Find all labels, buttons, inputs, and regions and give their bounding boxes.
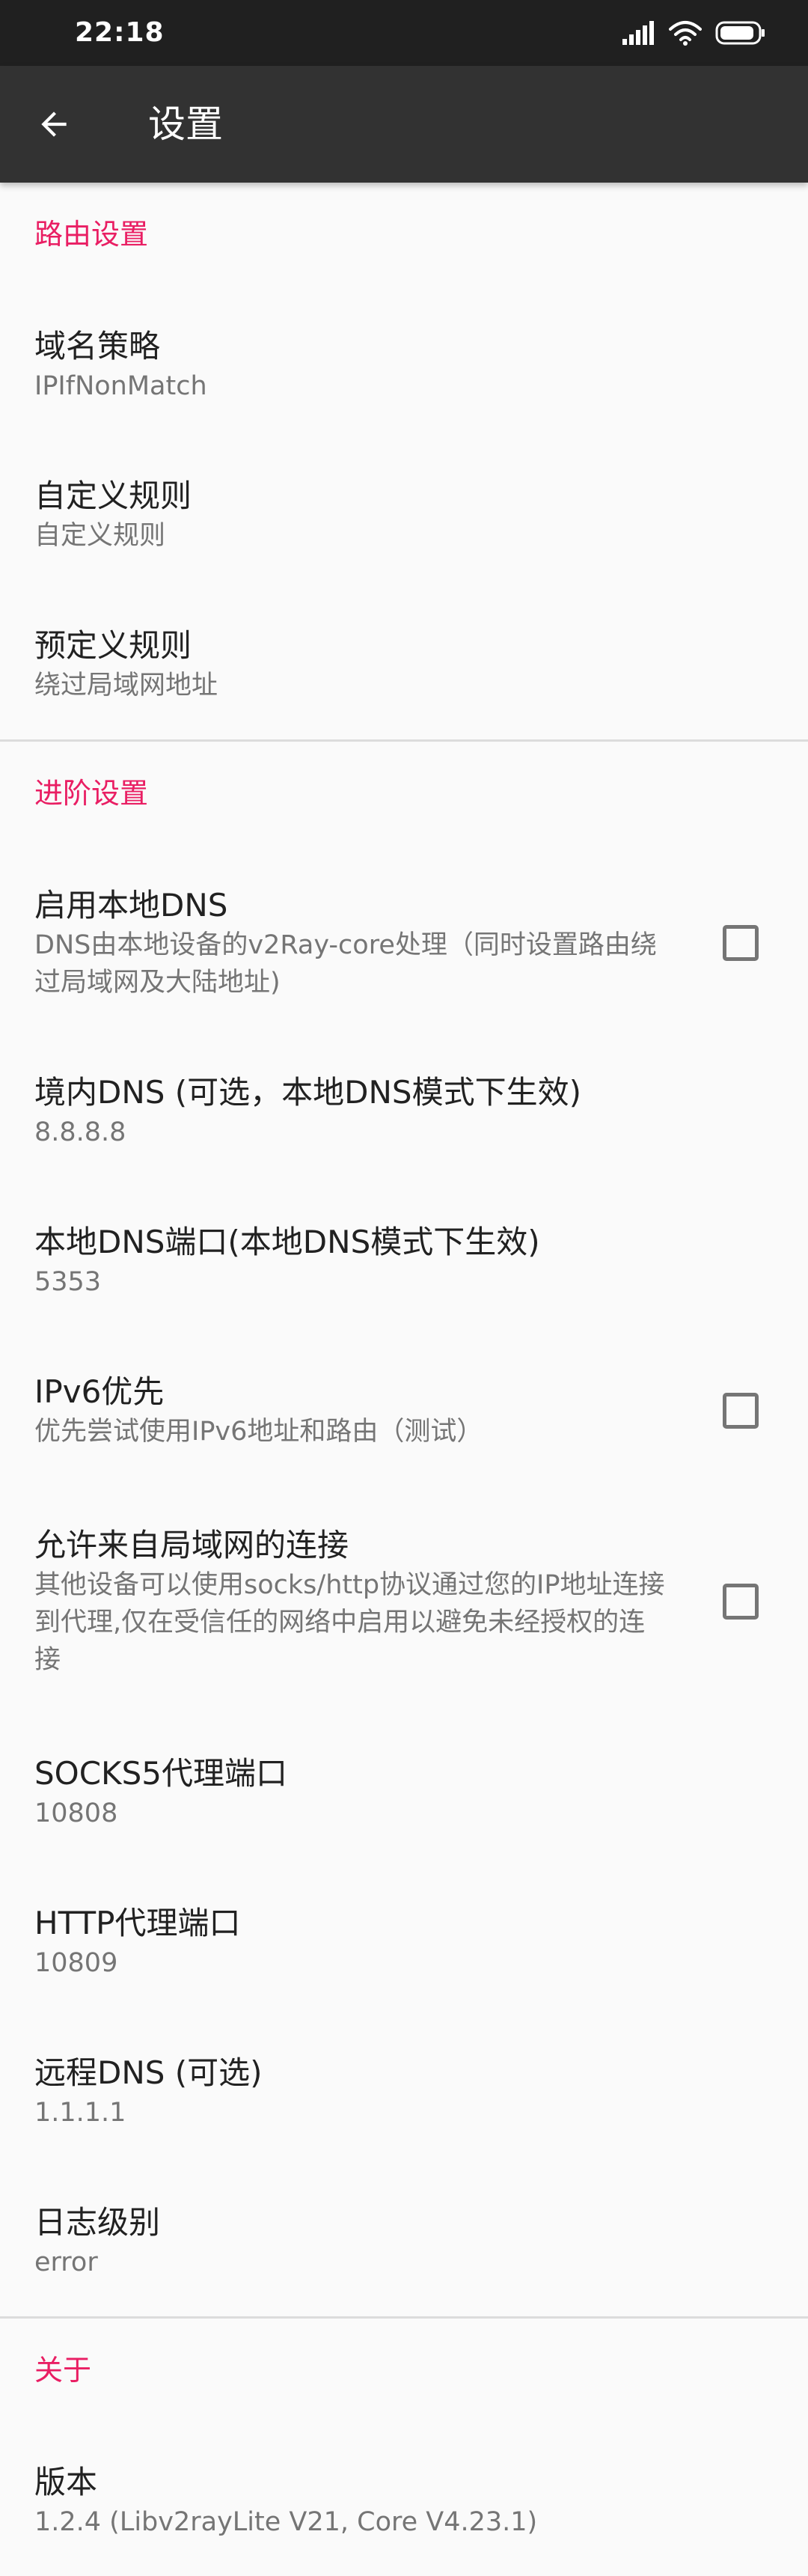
back-button[interactable] bbox=[28, 99, 79, 150]
pref-summary: error bbox=[34, 2247, 98, 2277]
pref-local-dns-port[interactable]: 本地DNS端口(本地DNS模式下生效) 5353 bbox=[0, 1186, 808, 1336]
allow-lan-checkbox[interactable] bbox=[723, 1584, 759, 1620]
pref-log-level[interactable]: 日志级别 error bbox=[0, 2167, 808, 2316]
app-bar: 设置 bbox=[0, 66, 808, 183]
pref-summary: 1.2.4 (Libv2rayLite V21, Core V4.23.1) bbox=[34, 2507, 538, 2537]
pref-summary: 优先尝试使用IPv6地址和路由（测试） bbox=[34, 1417, 483, 1447]
pref-summary: 5353 bbox=[34, 1267, 102, 1297]
ipv6-first-checkbox[interactable] bbox=[723, 1393, 759, 1429]
pref-title: 日志级别 bbox=[34, 2204, 161, 2241]
pref-socks5-port[interactable]: SOCKS5代理端口 10808 bbox=[0, 1718, 808, 1867]
pref-remote-dns[interactable]: 远程DNS (可选) 1.1.1.1 bbox=[0, 2017, 808, 2167]
arrow-left-icon bbox=[41, 112, 67, 137]
pref-domain-strategy[interactable]: 域名策略 IPIfNonMatch bbox=[0, 290, 808, 440]
status-time: 22:18 bbox=[75, 17, 165, 48]
pref-local-dns[interactable]: 启用本地DNS DNS由本地设备的v2Ray-core处理（同时设置路由绕过局域… bbox=[0, 849, 808, 1037]
pref-allow-lan[interactable]: 允许来自局域网的连接 其他设备可以使用socks/http协议通过您的IP地址连… bbox=[0, 1486, 808, 1718]
pref-title: 本地DNS端口(本地DNS模式下生效) bbox=[34, 1224, 540, 1260]
battery-icon bbox=[715, 21, 766, 45]
status-icons bbox=[622, 18, 766, 48]
pref-summary: IPIfNonMatch bbox=[34, 371, 207, 401]
section-header-about: 关于 bbox=[34, 2354, 92, 2387]
pref-summary: 绕过局域网地址 bbox=[34, 671, 218, 701]
pref-domestic-dns[interactable]: 境内DNS (可选，本地DNS模式下生效) 8.8.8.8 bbox=[0, 1037, 808, 1186]
wifi-icon bbox=[669, 20, 702, 46]
pref-title: HTTP代理端口 bbox=[34, 1905, 241, 1941]
pref-title: 自定义规则 bbox=[34, 477, 192, 514]
status-bar: 22:18 bbox=[0, 0, 808, 66]
pref-title: SOCKS5代理端口 bbox=[34, 1755, 287, 1792]
pref-title: 预定义规则 bbox=[34, 627, 192, 664]
pref-title: IPv6优先 bbox=[34, 1373, 165, 1410]
section-header-routing: 路由设置 bbox=[34, 218, 149, 251]
section-header-advanced: 进阶设置 bbox=[34, 777, 149, 810]
pref-title: 版本 bbox=[34, 2464, 98, 2500]
pref-ipv6-first[interactable]: IPv6优先 优先尝试使用IPv6地址和路由（测试） bbox=[0, 1336, 808, 1486]
pref-title: 域名策略 bbox=[34, 328, 161, 364]
pref-version[interactable]: 版本 1.2.4 (Libv2rayLite V21, Core V4.23.1… bbox=[0, 2426, 808, 2576]
pref-summary: 8.8.8.8 bbox=[34, 1117, 126, 1147]
local-dns-checkbox[interactable] bbox=[723, 925, 759, 961]
pref-summary: 其他设备可以使用socks/http协议通过您的IP地址连接到代理,仅在受信任的… bbox=[34, 1570, 665, 1675]
cellular-signal-icon bbox=[622, 21, 655, 45]
pref-title: 远程DNS (可选) bbox=[34, 2054, 263, 2091]
pref-summary: 10809 bbox=[34, 1948, 118, 1978]
pref-title: 境内DNS (可选，本地DNS模式下生效) bbox=[34, 1074, 581, 1111]
pref-summary: 1.1.1.1 bbox=[34, 2098, 126, 2128]
pref-title: 启用本地DNS bbox=[34, 887, 228, 924]
pref-title: 允许来自局域网的连接 bbox=[34, 1527, 349, 1563]
pref-custom-rules[interactable]: 自定义规则 自定义规则 bbox=[0, 440, 808, 590]
pref-summary: 自定义规则 bbox=[34, 521, 166, 551]
page-title: 设置 bbox=[148, 103, 223, 146]
pref-http-port[interactable]: HTTP代理端口 10809 bbox=[0, 1867, 808, 2017]
pref-summary: DNS由本地设备的v2Ray-core处理（同时设置路由绕过局域网及大陆地址) bbox=[34, 930, 657, 998]
pref-summary: 10808 bbox=[34, 1798, 118, 1828]
settings-list: 路由设置 域名策略 IPIfNonMatch 自定义规则 自定义规则 预定义规则… bbox=[0, 183, 808, 2576]
pref-predefined-rules[interactable]: 预定义规则 绕过局域网地址 bbox=[0, 590, 808, 739]
